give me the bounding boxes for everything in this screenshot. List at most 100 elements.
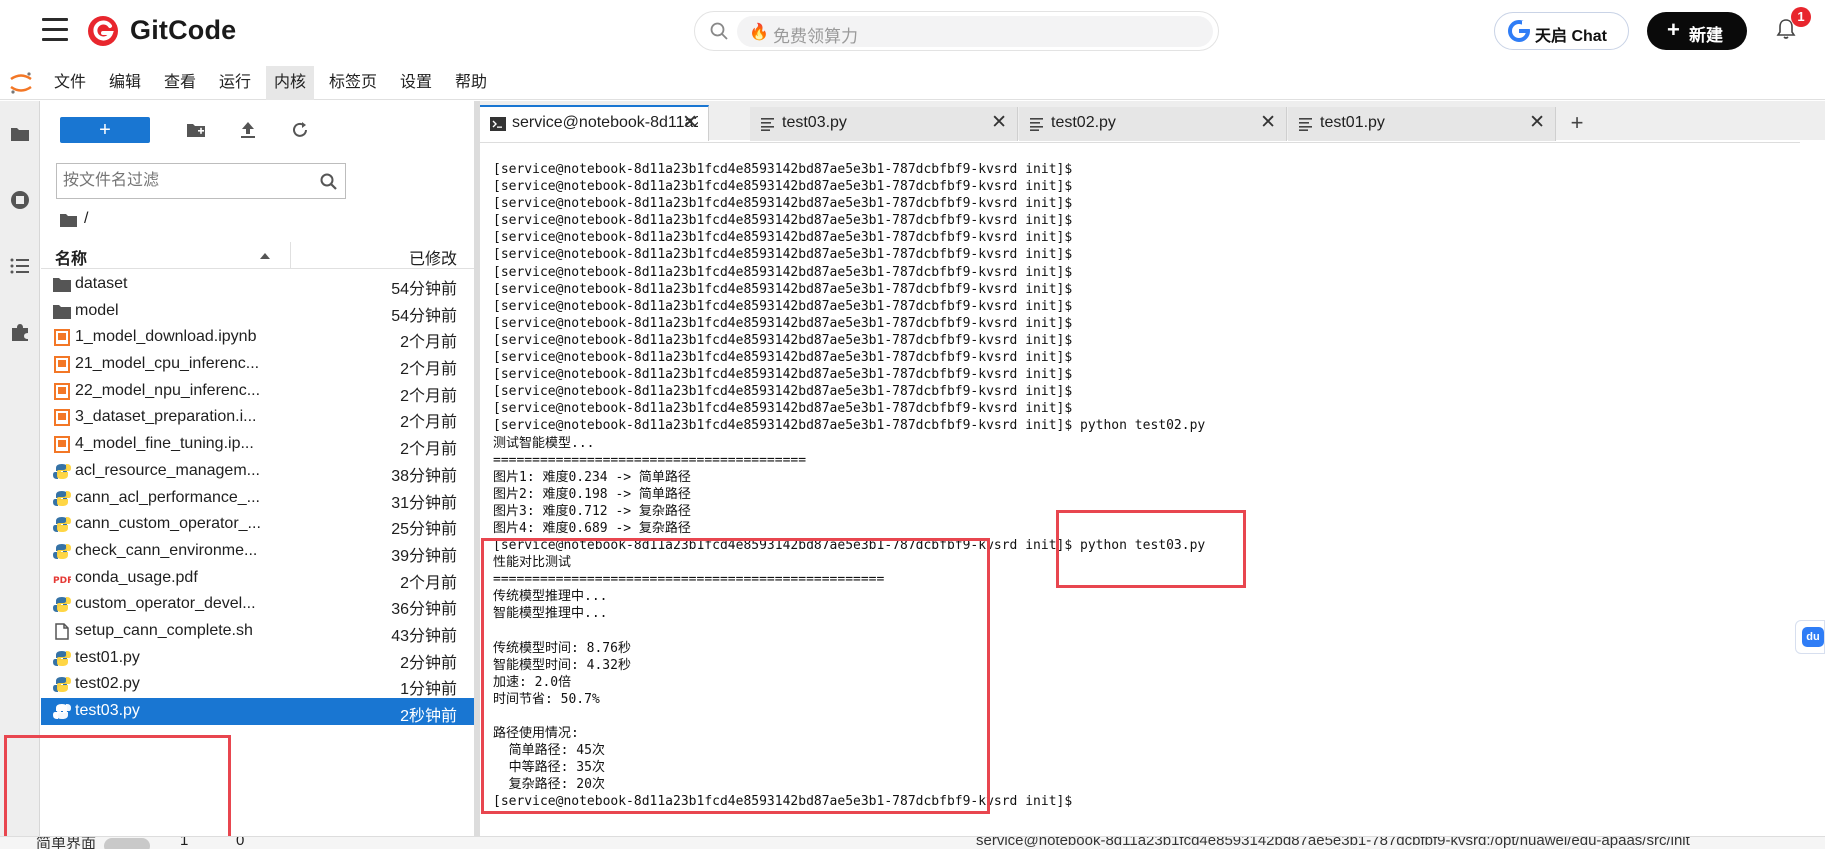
terminal-line: [service@notebook-8d11a23b1fcd4e8593142b… (493, 367, 1073, 383)
tab-test01[interactable]: test01.py ✕ (1288, 107, 1556, 141)
close-icon[interactable]: ✕ (991, 111, 1007, 134)
new-button-label: 新建 (1689, 26, 1723, 45)
file-name: setup_cann_complete.sh (75, 621, 253, 639)
file-row[interactable]: dataset 54分钟前 (41, 271, 474, 298)
file-row[interactable]: test02.py 1分钟前 (41, 671, 474, 698)
file-row[interactable]: setup_cann_complete.sh 43分钟前 (41, 618, 474, 645)
file-row[interactable]: 4_model_fine_tuning.ip... 2个月前 (41, 431, 474, 458)
kernel-count: 0 (236, 836, 245, 849)
menu-view[interactable]: 查看 (156, 66, 204, 100)
file-row[interactable]: 3_dataset_preparation.i... 2个月前 (41, 404, 474, 431)
file-row[interactable]: cann_acl_performance_... 31分钟前 (41, 485, 474, 512)
file-row[interactable]: custom_operator_devel... 36分钟前 (41, 591, 474, 618)
tab-test03[interactable]: test03.py ✕ (750, 107, 1018, 141)
file-name: 1_model_download.ipynb (75, 328, 257, 346)
notebook-icon (53, 436, 71, 454)
file-row[interactable]: check_cann_environme... 39分钟前 (41, 538, 474, 565)
search-box[interactable]: 🔥 免费领算力 (694, 11, 1219, 51)
assistant-icon: du (1802, 627, 1824, 647)
new-folder-icon[interactable] (185, 119, 207, 141)
search-icon (710, 22, 728, 40)
highlight-box-command (1056, 510, 1246, 588)
terminal-line: [service@notebook-8d11a23b1fcd4e8593142b… (493, 162, 1073, 177)
upload-icon[interactable] (237, 119, 259, 141)
file-row[interactable]: test01.py 2分钟前 (41, 645, 474, 672)
file-modified: 2个月前 (400, 361, 457, 379)
file-modified: 25分钟前 (391, 521, 457, 539)
terminal-line: [service@notebook-8d11a23b1fcd4e8593142b… (493, 179, 1073, 195)
file-name: 4_model_fine_tuning.ip... (75, 435, 254, 453)
edge-assistant-widget[interactable]: du (1795, 620, 1825, 654)
notebook-icon (53, 356, 71, 374)
menu-file[interactable]: 文件 (46, 66, 94, 100)
column-divider[interactable] (290, 242, 291, 269)
file-name: 22_model_npu_inferenc... (75, 381, 261, 399)
add-tab-plus-icon[interactable]: + (1563, 108, 1591, 140)
file-row[interactable]: 1_model_download.ipynb 2个月前 (41, 324, 474, 351)
file-name: test02.py (75, 675, 140, 693)
tab-label: service@notebook-8d11a2 (512, 114, 698, 131)
modified-column-header[interactable]: 已修改 (409, 245, 457, 269)
breadcrumb-root[interactable]: / (84, 210, 88, 228)
terminal-line: [service@notebook-8d11a23b1fcd4e8593142b… (493, 213, 1073, 229)
file-modified: 2秒钟前 (400, 708, 457, 725)
file-name: test01.py (75, 648, 140, 666)
file-row[interactable]: PDF conda_usage.pdf 2个月前 (41, 565, 474, 592)
tab-test02[interactable]: test02.py ✕ (1019, 107, 1287, 141)
hamburger-menu-icon[interactable] (42, 18, 68, 42)
extensions-puzzle-icon[interactable] (9, 321, 31, 343)
new-button[interactable]: + 新建 (1647, 12, 1747, 50)
file-modified: 2个月前 (400, 441, 457, 459)
close-icon[interactable]: ✕ (682, 111, 698, 134)
refresh-icon[interactable] (289, 119, 311, 141)
notebook-icon (53, 409, 71, 427)
file-name: custom_operator_devel... (75, 595, 256, 613)
logo-text[interactable]: GitCode (130, 15, 236, 46)
notification-badge: 1 (1791, 7, 1811, 27)
folder-icon (53, 303, 71, 320)
file-row[interactable]: 22_model_npu_inferenc... 2个月前 (41, 378, 474, 405)
file-modified: 39分钟前 (391, 547, 457, 565)
left-sidebar-rail (0, 101, 40, 841)
file-modified: 2个月前 (400, 574, 457, 592)
file-modified: 54分钟前 (391, 307, 457, 325)
close-icon[interactable]: ✕ (1260, 111, 1276, 134)
tab-label: test03.py (782, 114, 847, 131)
terminal-line: [service@notebook-8d11a23b1fcd4e8593142b… (493, 332, 1073, 348)
search-placeholder: 免费领算力 (773, 27, 858, 46)
sort-ascending-icon[interactable] (260, 253, 270, 259)
close-icon[interactable]: ✕ (1529, 111, 1545, 134)
file-modified: 2个月前 (400, 414, 457, 432)
file-row[interactable]: test03.py 2秒钟前 (41, 698, 474, 725)
folder-icon[interactable] (9, 123, 31, 145)
menu-run[interactable]: 运行 (211, 66, 259, 100)
menu-kernel[interactable]: 内核 (266, 66, 315, 100)
new-launcher-button[interactable]: + (60, 117, 150, 143)
python-icon (53, 463, 71, 480)
gitcode-header: GitCode 🔥 免费领算力 天启 Chat + 新建 1 (0, 0, 1825, 62)
file-name: dataset (75, 275, 128, 292)
promo-search-field[interactable]: 🔥 免费领算力 (737, 16, 1213, 47)
svg-text:PDF: PDF (53, 576, 71, 586)
menu-help[interactable]: 帮助 (447, 66, 495, 100)
terminal-line: [service@notebook-8d11a23b1fcd4e8593142b… (493, 230, 1073, 246)
terminal-line: ======================================== (493, 452, 807, 468)
file-row[interactable]: model 54分钟前 (41, 298, 474, 325)
name-column-header[interactable]: 名称 (55, 245, 87, 269)
menu-settings[interactable]: 设置 (392, 66, 440, 100)
tab-terminal[interactable]: service@notebook-8d11a2 ✕ (480, 105, 709, 141)
file-row[interactable]: cann_custom_operator_... 25分钟前 (41, 511, 474, 538)
gitcode-logo-icon[interactable] (86, 14, 120, 48)
python-icon (53, 650, 71, 667)
table-of-contents-icon[interactable] (9, 255, 31, 277)
file-name: model (75, 301, 119, 319)
running-stop-icon[interactable] (9, 189, 31, 211)
menu-tabs[interactable]: 标签页 (321, 66, 385, 100)
menu-edit[interactable]: 编辑 (101, 66, 149, 100)
file-row[interactable]: 21_model_cpu_inferenc... 2个月前 (41, 351, 474, 378)
file-filter-field[interactable] (56, 163, 346, 199)
file-filter-input[interactable] (63, 170, 303, 192)
file-row[interactable]: acl_resource_managem... 38分钟前 (41, 458, 474, 485)
simple-mode-toggle[interactable] (104, 838, 150, 849)
tianqi-chat-button[interactable]: 天启 Chat (1494, 12, 1629, 50)
